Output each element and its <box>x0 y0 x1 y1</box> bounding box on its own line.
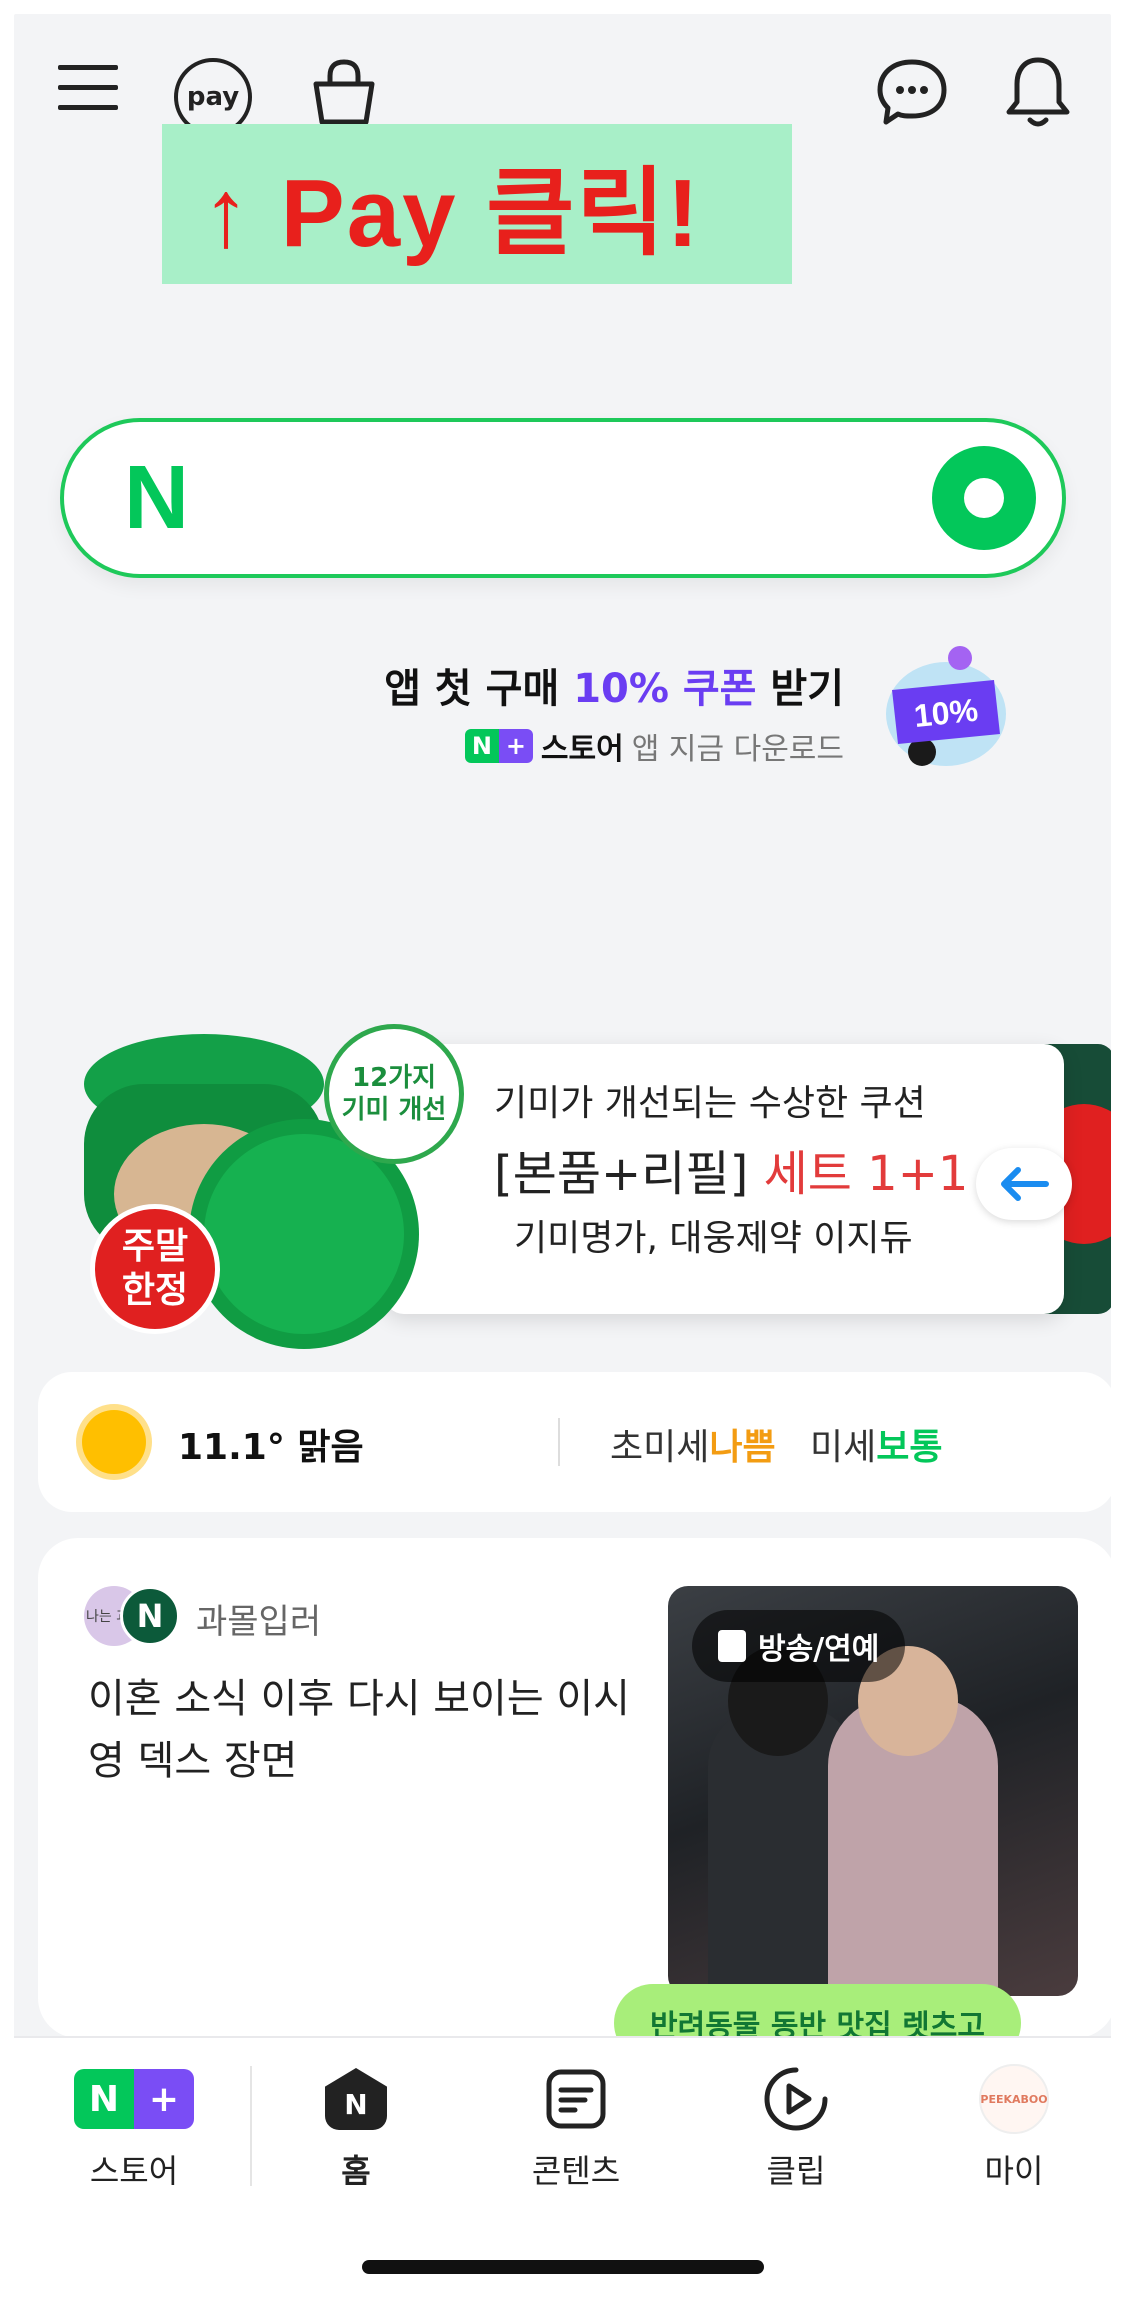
store-n-plus-icon: N + <box>74 2069 194 2129</box>
twelve-types-badge: 12가지 기미 개선 <box>324 1024 464 1164</box>
tab-home[interactable]: N 홈 <box>266 2062 446 2212</box>
ultrafine-status: 나쁨 <box>709 1427 776 1468</box>
tab-contents[interactable]: 콘텐츠 <box>486 2062 666 2212</box>
badge-text: 기미 개선 <box>341 1095 447 1125</box>
badge-text: 한정 <box>121 1270 189 1311</box>
bell-icon[interactable] <box>1000 52 1076 132</box>
fine-status: 보통 <box>876 1427 943 1468</box>
shopping-bag-icon[interactable] <box>304 52 384 132</box>
badge-text: 12가지 <box>351 1063 437 1093</box>
divider <box>558 1418 560 1466</box>
profile-avatar: PEEKABOO <box>979 2064 1049 2134</box>
plus-badge: + <box>134 2069 194 2129</box>
ad-text: [본품+리필] <box>494 1146 764 1202</box>
pay-click-annotation: ↑ Pay 클릭! <box>162 124 792 284</box>
clip-play-icon <box>764 2067 828 2131</box>
news-card[interactable]: 나는 과몰 N 과몰입러 이혼 소식 이후 다시 보이는 이시영 덱스 장면 방… <box>38 1538 1111 2038</box>
tab-label: 스토어 <box>89 2152 179 2190</box>
source-avatars: 나는 과몰 N <box>84 1586 194 1646</box>
naver-logo-icon: N <box>124 448 189 548</box>
home-icon: N <box>325 2068 387 2130</box>
promo-text: 앱 첫 구매 <box>384 666 574 712</box>
tv-icon <box>718 1630 746 1662</box>
news-headline[interactable]: 이혼 소식 이후 다시 보이는 이시영 덱스 장면 <box>88 1668 648 1792</box>
arrow-left-icon <box>1001 1167 1049 1201</box>
naver-n-badge-icon: N <box>120 1586 180 1646</box>
news-thumbnail[interactable]: 방송/연예 <box>668 1586 1078 1996</box>
bottom-navigation: N + 스토어 N 홈 콘텐츠 클립 PEEKABOO 마이 <box>14 2036 1111 2290</box>
tab-clip[interactable]: 클립 <box>706 2062 886 2212</box>
promo-subline: N + 스토어 앱 지금 다운로드 <box>464 724 844 768</box>
news-source[interactable]: 과몰입러 <box>196 1594 321 1643</box>
ad-line-3: 기미명가, 대웅제약 이지듀 <box>514 1218 913 1259</box>
download-text: 앱 지금 다운로드 <box>631 732 844 767</box>
tab-label: 클립 <box>766 2152 826 2190</box>
ad-line-2: [본품+리필] 세트 1+1 <box>494 1134 968 1204</box>
fine-label: 미세 <box>809 1427 877 1468</box>
ad-arrow-button[interactable] <box>976 1148 1072 1220</box>
ad-banner[interactable]: 12가지 기미 개선 주말 한정 기미가 개선되는 수상한 쿠션 [본품+리필]… <box>54 1024 1111 1354</box>
category-tag: 방송/연예 <box>692 1610 906 1682</box>
divider <box>250 2066 252 2186</box>
tab-my[interactable]: PEEKABOO 마이 <box>924 2062 1104 2212</box>
promo-text: 받기 <box>756 666 844 712</box>
hamburger-icon[interactable] <box>56 56 120 120</box>
store-label: 스토어 <box>540 732 624 767</box>
home-indicator[interactable] <box>362 2260 764 2274</box>
ultrafine-label: 초미세 <box>610 1427 710 1468</box>
search-bar[interactable]: N <box>60 418 1066 578</box>
green-dot-search-button[interactable] <box>932 446 1036 550</box>
app-coupon-promo[interactable]: 앱 첫 구매 10% 쿠폰 받기 N + 스토어 앱 지금 다운로드 10% <box>374 644 1014 774</box>
badge-text: 주말 <box>121 1226 189 1267</box>
contents-icon <box>546 2069 606 2129</box>
sun-icon <box>82 1410 146 1474</box>
cushion-product-image: 12가지 기미 개선 주말 한정 <box>54 1024 494 1354</box>
ad-highlight: 세트 1+1 <box>763 1146 969 1202</box>
temperature: 11.1° <box>178 1427 285 1468</box>
coupon-icon: 10% <box>874 644 1014 774</box>
dust-status: 초미세나쁨 미세보통 <box>610 1418 942 1470</box>
tab-store[interactable]: N + 스토어 <box>44 2062 224 2212</box>
search-input[interactable] <box>234 462 874 534</box>
app-screen: pay ↑ Pay 클릭! N 앱 첫 구매 10% 쿠폰 받기 N + 스토어 … <box>14 14 1111 2290</box>
promo-headline: 앱 첫 구매 10% 쿠폰 받기 <box>384 656 844 714</box>
green-dot-icon <box>964 478 1004 518</box>
weekend-limited-badge: 주말 한정 <box>90 1204 220 1334</box>
tab-label: 홈 <box>341 2152 371 2190</box>
n-badge: N <box>464 729 499 763</box>
n-plus-badge-icon: N + <box>464 729 533 763</box>
tab-label: 콘텐츠 <box>531 2152 621 2190</box>
n-badge: N <box>74 2069 134 2129</box>
category-label: 방송/연예 <box>758 1632 880 1667</box>
weather-widget[interactable]: 11.1° 맑음 초미세나쁨 미세보통 <box>38 1372 1111 1512</box>
tab-label: 마이 <box>984 2152 1044 2190</box>
chat-bubble-icon[interactable] <box>874 54 950 130</box>
svg-text:10%: 10% <box>912 692 979 734</box>
weather-condition: 맑음 <box>297 1427 364 1468</box>
promo-highlight: 10% 쿠폰 <box>573 666 757 712</box>
ad-line-1: 기미가 개선되는 수상한 쿠션 <box>494 1083 926 1124</box>
weather-temp: 11.1° 맑음 <box>178 1418 364 1470</box>
annotation-text: ↑ Pay 클릭! <box>202 159 701 267</box>
plus-badge: + <box>498 729 533 763</box>
